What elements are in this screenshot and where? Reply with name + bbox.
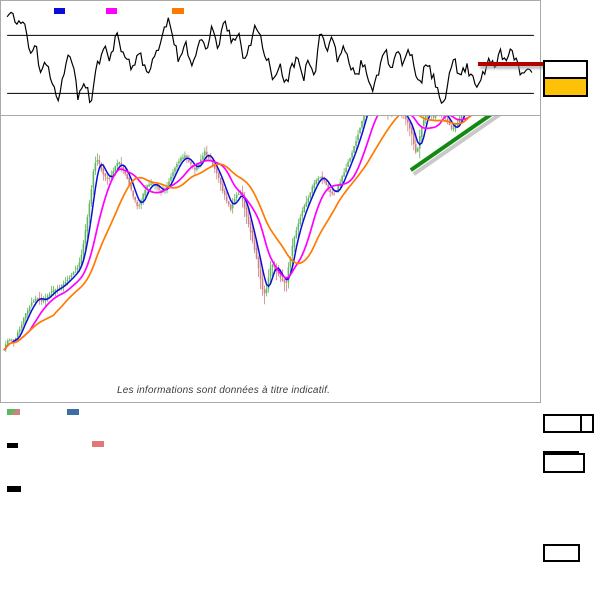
price-level-line [478,62,545,66]
trading-chart-screen: Les informations sont données à titre in… [0,0,607,612]
stochastic-line [7,12,532,103]
legend-ma-slow-swatch [172,8,184,14]
stochastic-tag [543,544,580,562]
legend-oscillator-black-swatch [7,443,18,448]
legend-volume-ma-swatch [67,409,79,415]
stochastic-chart[interactable] [1,1,540,115]
disclaimer-text: Les informations sont données à titre in… [117,385,330,396]
price-tag-current [543,77,588,97]
oscillator-tag [543,453,585,473]
legend-stochastic-swatch [7,486,21,492]
volume-tag-small [580,414,594,433]
volume-tag-wide [543,414,582,433]
legend-volume-bars-swatch [7,409,20,415]
stochastic-panel[interactable] [0,0,541,116]
legend-oscillator-salmon-swatch [92,441,104,447]
legend-ma-medium-swatch [106,8,117,14]
legend-ma-fast-swatch [54,8,65,14]
